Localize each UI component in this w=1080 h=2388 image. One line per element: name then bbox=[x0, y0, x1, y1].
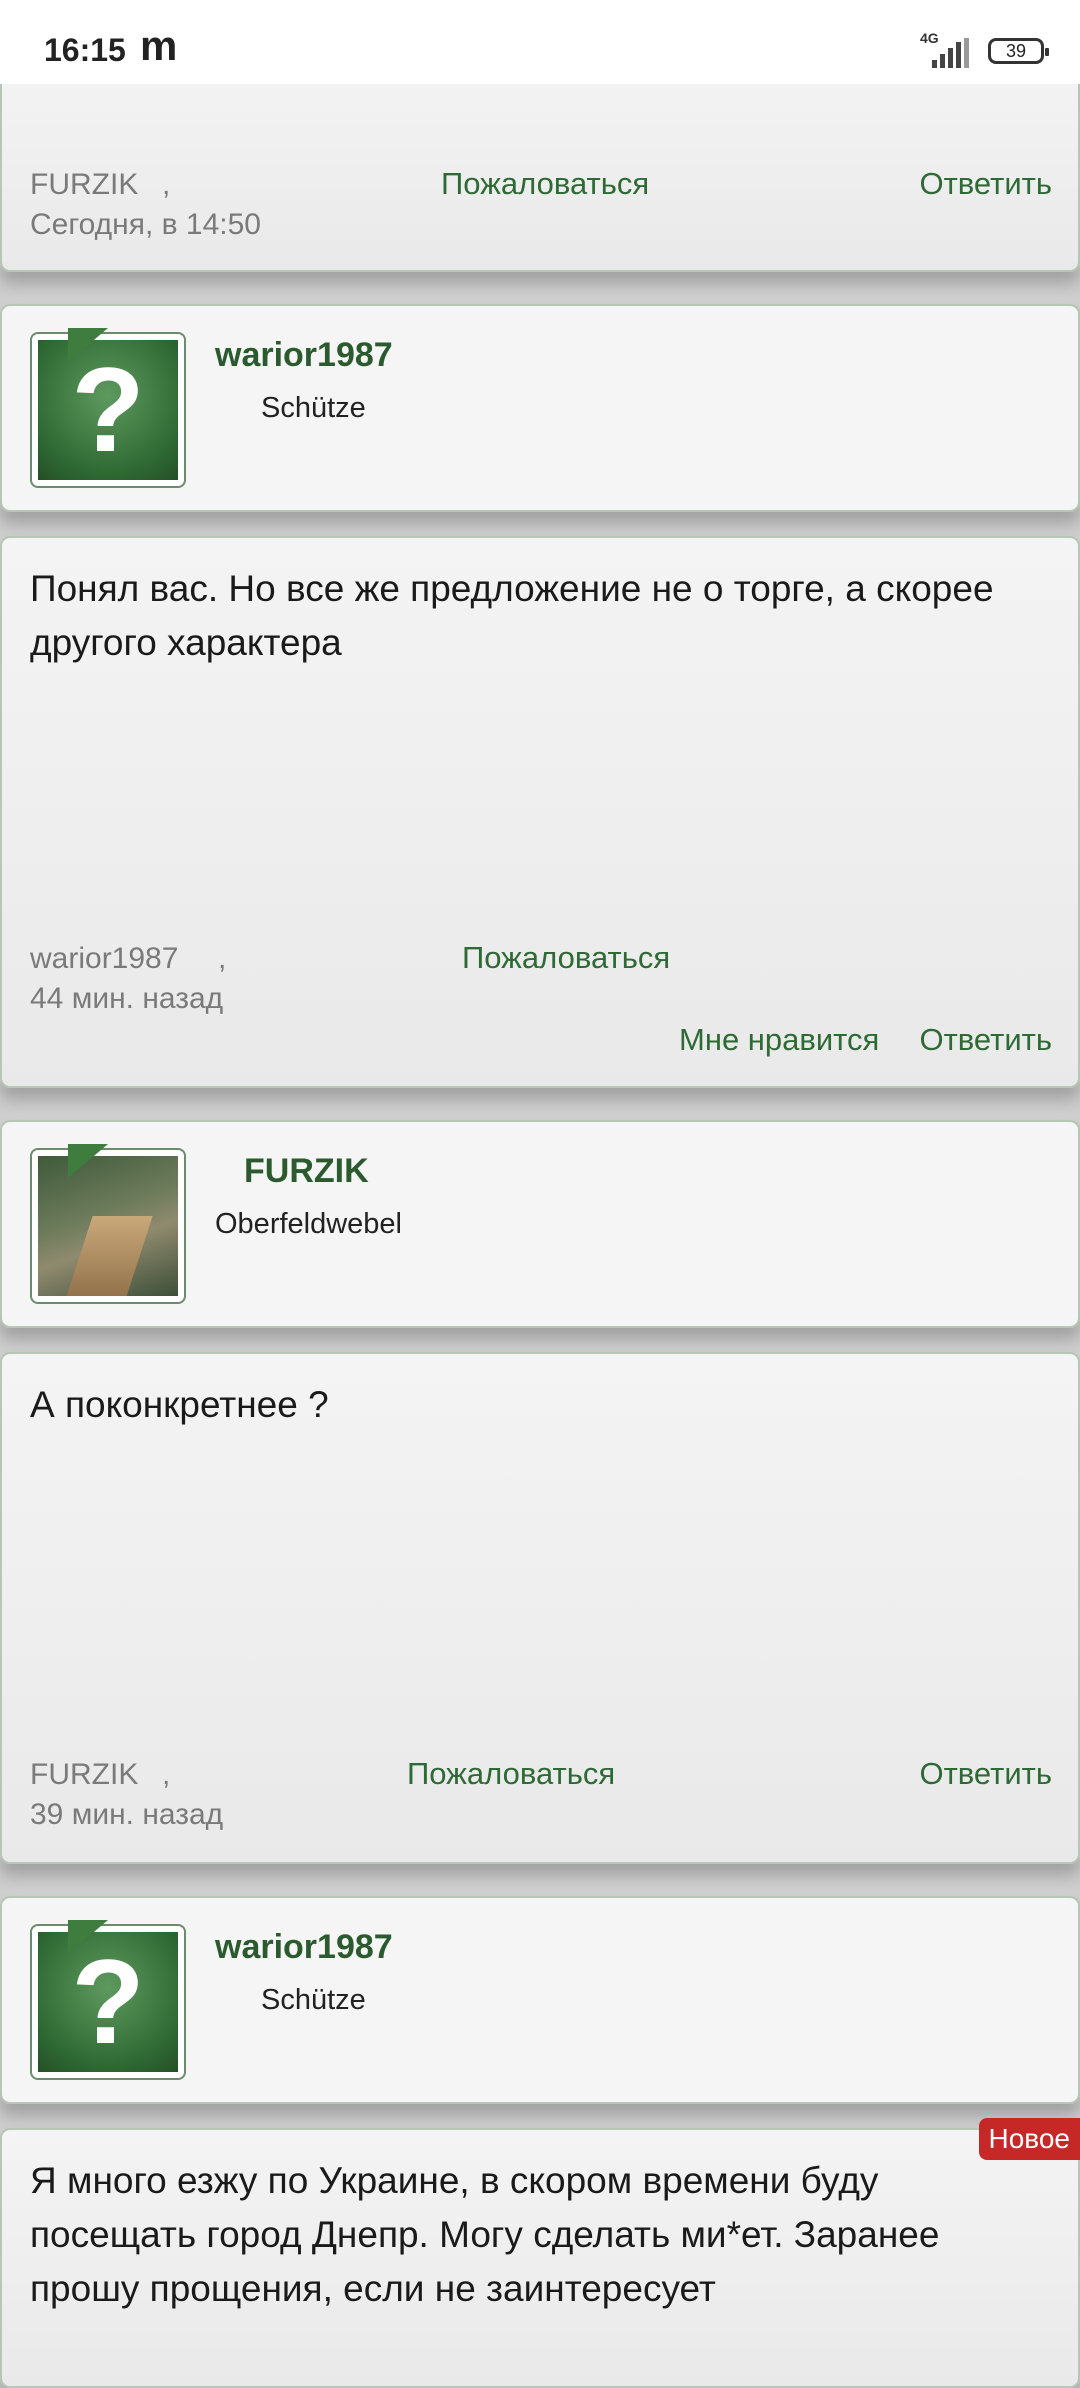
post-card: Я много езжу по Украине, в скором времен… bbox=[0, 2128, 1080, 2388]
user-rank: Oberfeldwebel bbox=[215, 1208, 402, 1241]
signal-icon: 4G bbox=[918, 34, 974, 68]
reply-button[interactable]: Ответить bbox=[919, 166, 1052, 202]
post-time: Сегодня, в 14:50 bbox=[30, 208, 261, 242]
question-mark-avatar-icon: ? bbox=[38, 340, 178, 480]
post-author[interactable]: FURZIK bbox=[30, 168, 138, 202]
user-rank: Schütze bbox=[261, 392, 366, 425]
post-author-separator: , bbox=[162, 168, 170, 202]
report-button[interactable]: Пожаловаться bbox=[441, 166, 649, 202]
post-card: Понял вас. Но все же предложение не о то… bbox=[0, 536, 1080, 1088]
user-name[interactable]: warior1987 bbox=[215, 336, 393, 375]
status-bar: 16:15 m 4G 39 bbox=[0, 0, 1080, 84]
report-button[interactable]: Пожаловаться bbox=[407, 1756, 615, 1792]
post-time: 39 мин. назад bbox=[30, 1798, 223, 1832]
post-card: А поконкретнее ? FURZIK , 39 мин. назад … bbox=[0, 1352, 1080, 1864]
battery-icon: 39 bbox=[988, 38, 1044, 64]
reply-button[interactable]: Ответить bbox=[919, 1022, 1052, 1058]
status-time: 16:15 bbox=[44, 32, 126, 69]
report-button[interactable]: Пожаловаться bbox=[462, 940, 670, 976]
user-card: ? warior1987 Schütze bbox=[0, 304, 1080, 512]
app-notification-icon: m bbox=[140, 22, 177, 70]
post-card: FURZIK , Сегодня, в 14:50 Пожаловаться О… bbox=[0, 60, 1080, 272]
post-author[interactable]: warior1987 bbox=[30, 942, 178, 976]
new-badge: Новое bbox=[979, 2118, 1080, 2160]
like-button[interactable]: Мне нравится bbox=[679, 1022, 879, 1058]
avatar[interactable]: ? bbox=[30, 1924, 186, 2080]
status-indicators: 4G 39 bbox=[918, 34, 1044, 68]
battery-level: 39 bbox=[1006, 41, 1026, 62]
avatar[interactable]: ? bbox=[30, 332, 186, 488]
user-name[interactable]: FURZIK bbox=[244, 1152, 369, 1191]
user-card: ? warior1987 Schütze bbox=[0, 1896, 1080, 2104]
question-mark-avatar-icon: ? bbox=[38, 1932, 178, 2072]
avatar[interactable] bbox=[30, 1148, 186, 1304]
post-text: Я много езжу по Украине, в скором времен… bbox=[30, 2154, 1050, 2316]
post-author[interactable]: FURZIK bbox=[30, 1758, 138, 1792]
user-rank: Schütze bbox=[261, 1984, 366, 2017]
post-author-separator: , bbox=[162, 1758, 170, 1792]
user-name[interactable]: warior1987 bbox=[215, 1928, 393, 1967]
post-text: А поконкретнее ? bbox=[30, 1378, 1050, 1432]
post-author-separator: , bbox=[218, 942, 226, 976]
reply-button[interactable]: Ответить bbox=[919, 1756, 1052, 1792]
post-text: Понял вас. Но все же предложение не о то… bbox=[30, 562, 1050, 670]
user-card: FURZIK Oberfeldwebel bbox=[0, 1120, 1080, 1328]
post-time: 44 мин. назад bbox=[30, 982, 223, 1016]
user-photo-avatar bbox=[38, 1156, 178, 1296]
